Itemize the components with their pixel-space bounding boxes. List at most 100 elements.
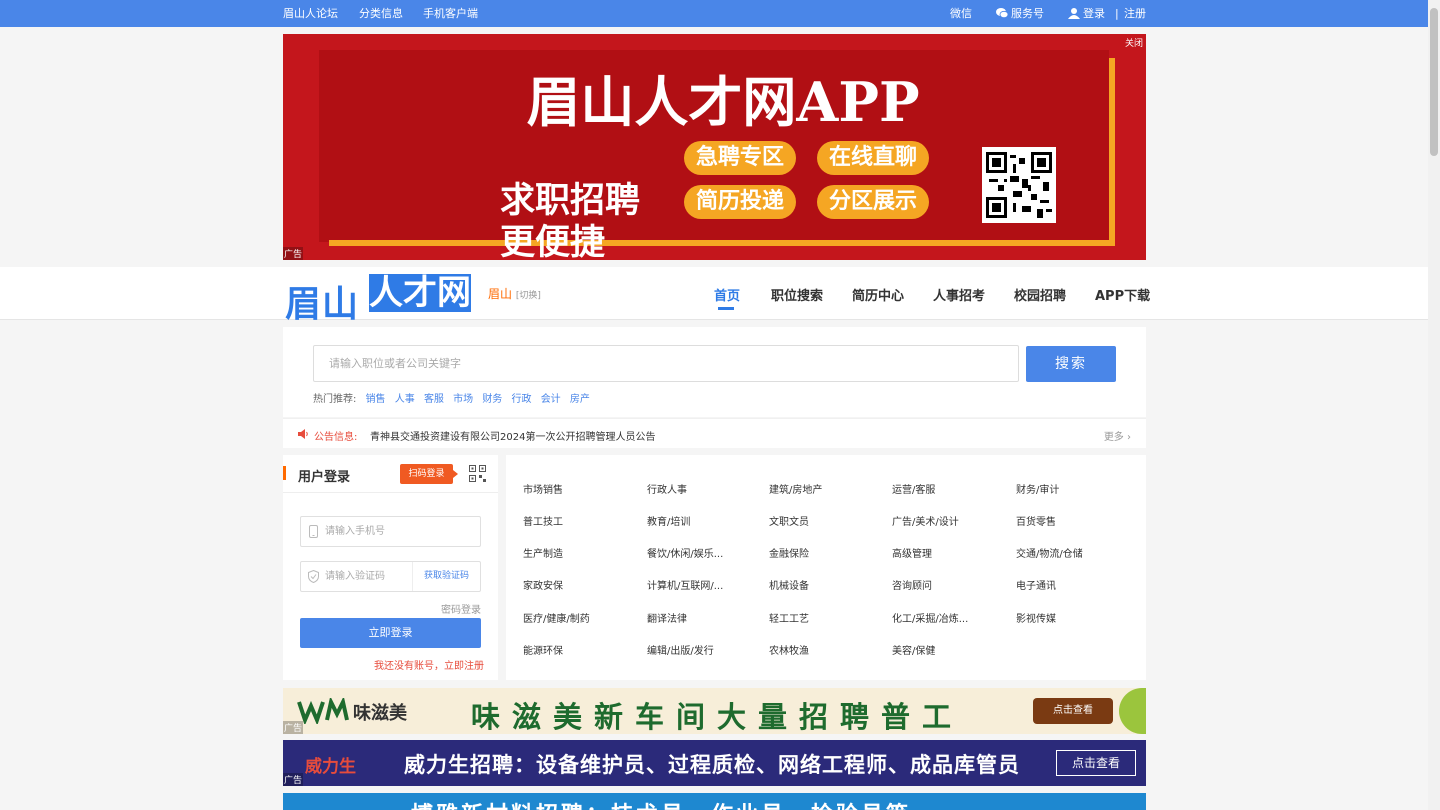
nav-app-download[interactable]: APP下载	[1095, 285, 1150, 304]
category-link[interactable]: 能源环保	[523, 642, 563, 657]
logo-text[interactable]: 人才网	[369, 274, 471, 312]
login-submit-button[interactable]: 立即登录	[300, 618, 481, 648]
user-icon	[1068, 8, 1080, 19]
app-qr-code	[982, 147, 1056, 223]
weixin-link[interactable]: 微信	[950, 0, 972, 27]
nav-resume-center[interactable]: 简历中心	[852, 285, 904, 304]
nav-job-search[interactable]: 职位搜索	[771, 285, 823, 304]
hot-tag[interactable]: 人事	[395, 394, 415, 405]
banner-title: 眉山人才网APP	[526, 70, 920, 134]
search-button[interactable]: 搜索	[1026, 346, 1116, 382]
password-login-link[interactable]: 密码登录	[441, 601, 481, 616]
login-title: 用户登录	[298, 470, 351, 485]
logo-text[interactable]: 眉山	[285, 275, 359, 327]
category-link[interactable]: 机械设备	[769, 577, 809, 592]
ad-view-button[interactable]: 点击查看	[1056, 750, 1136, 776]
notice-label: 公告信息:	[314, 432, 358, 443]
phone-field[interactable]: 请输入手机号	[300, 516, 481, 547]
get-code-button[interactable]: 获取验证码	[412, 562, 480, 591]
hot-tag[interactable]: 财务	[482, 394, 502, 405]
category-link[interactable]: 普工技工	[523, 513, 563, 528]
ad-headline: 味滋美新车间大量招聘普工	[471, 700, 964, 734]
weizimei-logo-text: 味滋美	[353, 703, 407, 724]
category-link[interactable]: 家政安保	[523, 577, 563, 592]
weilisheng-logo: 威力生	[305, 757, 356, 777]
hot-tag[interactable]: 客服	[424, 394, 444, 405]
banner-close-button[interactable]: 关闭	[1125, 36, 1143, 49]
weizimei-ad[interactable]: 味滋美 味滋美新车间大量招聘普工 点击查看 广告	[283, 688, 1146, 734]
category-link[interactable]: 交通/物流/仓储	[1016, 545, 1083, 560]
category-link[interactable]: 高级管理	[892, 545, 932, 560]
scrollbar-thumb[interactable]	[1430, 8, 1438, 156]
register-link[interactable]: 我还没有账号，立即注册	[374, 657, 484, 672]
category-link[interactable]: 化工/采掘/冶炼...	[892, 610, 968, 625]
banner-decoration	[329, 240, 1115, 246]
nav-campus[interactable]: 校园招聘	[1014, 285, 1066, 304]
job-categories: 市场销售 行政人事 建筑/房地产 运营/客服 财务/审计 普工技工 教育/培训 …	[506, 455, 1146, 680]
scan-login-tab[interactable]: 扫码登录	[400, 464, 458, 484]
service-account-label: 服务号	[1011, 7, 1044, 20]
banner-pill: 简历投递	[684, 185, 796, 219]
scrollbar[interactable]	[1428, 0, 1440, 810]
hot-tag[interactable]: 市场	[453, 394, 473, 405]
hot-tag[interactable]: 房产	[570, 394, 590, 405]
banner-pill: 急聘专区	[684, 141, 796, 175]
code-field[interactable]: 请输入验证码 获取验证码	[300, 561, 481, 592]
login-link[interactable]: 登录	[1068, 0, 1105, 27]
app-banner-ad[interactable]: 眉山人才网APP 求职招聘 更便捷 急聘专区 在线直聊 简历投递 分区展示 关闭…	[283, 34, 1146, 260]
mobile-client-link[interactable]: 手机客户端	[423, 0, 478, 27]
category-link[interactable]: 财务/审计	[1016, 481, 1059, 496]
search-panel: 请输入职位或者公司关键字 搜索 热门推荐: 销售 人事 客服 市场 财务 行政 …	[283, 327, 1146, 417]
hot-tag[interactable]: 行政	[512, 394, 532, 405]
city-name: 眉山	[488, 287, 513, 301]
city-switch-link[interactable]: [切换]	[516, 291, 541, 301]
top-bar: 眉山人论坛 分类信息 手机客户端 微信 服务号 登录 | 注册	[0, 0, 1428, 27]
category-link[interactable]: 美容/保健	[892, 642, 935, 657]
category-link[interactable]: 金融保险	[769, 545, 809, 560]
category-link[interactable]: 农林牧渔	[769, 642, 809, 657]
classified-link[interactable]: 分类信息	[359, 0, 403, 27]
notice-more-link[interactable]: 更多 ›	[1104, 428, 1131, 443]
category-link[interactable]: 餐饮/休闲/娱乐...	[647, 545, 723, 560]
hot-label: 热门推荐:	[313, 394, 357, 405]
qr-code-icon[interactable]	[469, 465, 486, 482]
category-link[interactable]: 影视传媒	[1016, 610, 1056, 625]
category-link[interactable]: 电子通讯	[1016, 577, 1056, 592]
banner-pill: 在线直聊	[817, 141, 929, 175]
wechat-icon	[996, 8, 1008, 19]
category-link[interactable]: 运营/客服	[892, 481, 935, 496]
category-link[interactable]: 医疗/健康/制药	[523, 610, 590, 625]
hot-tag[interactable]: 销售	[366, 394, 386, 405]
register-link[interactable]: 注册	[1124, 0, 1146, 27]
service-account-link[interactable]: 服务号	[996, 0, 1044, 27]
category-link[interactable]: 翻译法律	[647, 610, 687, 625]
category-link[interactable]: 百货零售	[1016, 513, 1056, 528]
category-link[interactable]: 编辑/出版/发行	[647, 642, 714, 657]
category-link[interactable]: 行政人事	[647, 481, 687, 496]
ad-view-button[interactable]: 点击查看	[1033, 698, 1113, 724]
category-link[interactable]: 生产制造	[523, 545, 563, 560]
nav-civil-exam[interactable]: 人事招考	[933, 285, 985, 304]
category-link[interactable]: 咨询顾问	[892, 577, 932, 592]
notice-bar: 公告信息: 青神县交通投资建设有限公司2024第一次公开招聘管理人员公告 更多 …	[283, 418, 1146, 448]
category-link[interactable]: 建筑/房地产	[769, 481, 822, 496]
forum-link[interactable]: 眉山人论坛	[283, 0, 338, 27]
city-selector[interactable]: 眉山 [切换]	[488, 285, 541, 302]
hot-keywords: 热门推荐: 销售 人事 客服 市场 财务 行政 会计 房产	[313, 390, 590, 405]
shield-icon	[308, 570, 319, 583]
category-link[interactable]: 计算机/互联网/...	[647, 577, 723, 592]
category-link[interactable]: 广告/美术/设计	[892, 513, 959, 528]
boya-ad[interactable]: 博雅新材料招聘：技术员、作业员、检验员等	[283, 793, 1146, 810]
banner-pill: 分区展示	[817, 185, 929, 219]
category-link[interactable]: 文职文员	[769, 513, 809, 528]
weilisheng-ad[interactable]: 威力生 威力生招聘：设备维护员、过程质检、网络工程师、成品库管员 点击查看 广告	[283, 740, 1146, 786]
hot-tag[interactable]: 会计	[541, 394, 561, 405]
search-input[interactable]: 请输入职位或者公司关键字	[313, 345, 1019, 382]
speaker-icon	[298, 429, 308, 439]
login-header: 用户登录 扫码登录	[283, 455, 498, 493]
category-link[interactable]: 教育/培训	[647, 513, 690, 528]
category-link[interactable]: 市场销售	[523, 481, 563, 496]
nav-home[interactable]: 首页	[714, 285, 740, 304]
category-link[interactable]: 轻工工艺	[769, 610, 809, 625]
notice-link[interactable]: 青神县交通投资建设有限公司2024第一次公开招聘管理人员公告	[370, 428, 655, 443]
